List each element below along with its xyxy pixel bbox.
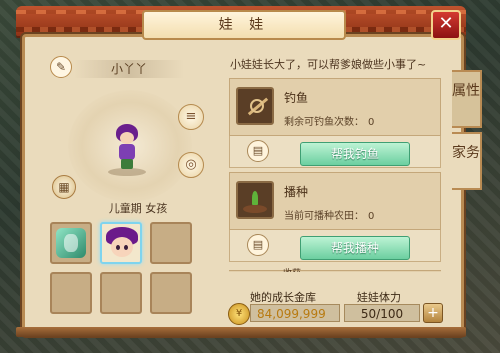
bottom-rail-decoration [16, 327, 466, 337]
stamina-label: 娃娃体力 [357, 291, 401, 304]
slot-empty[interactable] [150, 222, 192, 264]
task-harvest-partial: 收获 [229, 269, 441, 272]
pet-icon [56, 228, 86, 258]
slot-child-selected[interactable] [100, 222, 142, 264]
tab-chores[interactable]: 家务 [452, 132, 482, 190]
slot-empty[interactable] [100, 272, 142, 314]
task-info-icon[interactable]: ▤ [247, 234, 269, 256]
task-fishing: 钓鱼 剩余可钓鱼次数： 0 ▤ 帮我钓鱼 [229, 78, 441, 168]
child-portrait-icon [106, 227, 138, 261]
child-stage-text: 儿童期 女孩 [108, 202, 168, 215]
task-info-icon[interactable]: ▤ [247, 140, 269, 162]
stamina-value: 50/100 [344, 304, 420, 322]
sprout-icon [236, 181, 274, 219]
scroll-icon[interactable]: ≡ [178, 104, 204, 130]
close-button[interactable]: ✕ [431, 10, 461, 40]
task-sowing: 播种 当前可播种农田： 0 ▤ 帮我播种 [229, 172, 441, 262]
child-slot-grid [50, 222, 198, 318]
window-title: 娃 娃 [142, 10, 346, 40]
chores-hint: 小娃娃长大了，可以帮爹娘做些小事了~ [230, 58, 427, 71]
help-fishing-button[interactable]: 帮我钓鱼 [300, 142, 410, 166]
child-name: 小丫丫 [74, 60, 184, 78]
fishing-rod-icon [236, 87, 274, 125]
tab-attributes[interactable]: 属性 [452, 70, 482, 128]
help-sowing-button[interactable]: 帮我播种 [300, 236, 410, 260]
task-desc: 当前可播种农田： 0 [284, 211, 375, 222]
task-name: 钓鱼 [284, 91, 309, 105]
task-list[interactable]: 钓鱼 剩余可钓鱼次数： 0 ▤ 帮我钓鱼 播种 当前可播种农田： 0 ▤ 帮我播种 … [229, 74, 443, 272]
gold-value: 84,099,999 [250, 304, 340, 322]
bag-icon[interactable]: ◎ [178, 152, 204, 178]
gold-coin-icon: ¥ [228, 303, 250, 325]
slot-empty[interactable] [150, 272, 192, 314]
gold-label: 她的成长金库 [250, 291, 316, 304]
shop-icon[interactable]: ▦ [52, 175, 76, 199]
task-desc: 剩余可钓鱼次数： 0 [284, 117, 375, 128]
task-name: 播种 [284, 185, 309, 199]
slot-empty[interactable] [50, 272, 92, 314]
child-character [116, 124, 138, 170]
task-name: 收获 [283, 266, 301, 272]
add-stamina-button[interactable]: + [423, 303, 443, 323]
slot-pet[interactable] [50, 222, 92, 264]
edit-name-icon[interactable]: ✎ [50, 56, 72, 78]
